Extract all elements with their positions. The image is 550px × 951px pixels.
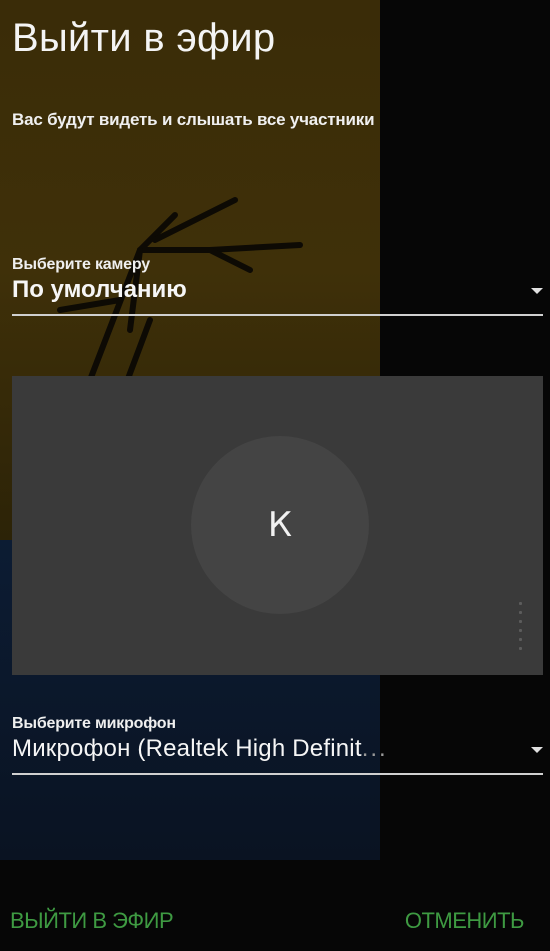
dialog-subtitle: Вас будут видеть и слышать все участники (12, 110, 375, 129)
triangle-down-icon (531, 747, 543, 753)
drag-handle-icon[interactable] (519, 602, 523, 658)
microphone-selected-value: Микрофон (Realtek High Definit... (12, 735, 502, 763)
camera-field: Выберите камеру По умолчанию (12, 256, 543, 316)
go-live-button[interactable]: ВЫЙТИ В ЭФИР (10, 908, 174, 934)
camera-select[interactable]: По умолчанию (12, 274, 543, 316)
avatar: К (191, 436, 369, 614)
camera-selected-value: По умолчанию (12, 276, 187, 303)
dialog-actions: ВЫЙТИ В ЭФИР ОТМЕНИТЬ (0, 900, 550, 951)
camera-label: Выберите камеру (12, 256, 150, 273)
triangle-down-icon (531, 288, 543, 294)
go-live-dialog: Выйти в эфир Вас будут видеть и слышать … (0, 0, 550, 951)
microphone-value-text: Микрофон (Realtek High Definit (12, 735, 362, 762)
camera-preview: К (12, 376, 543, 675)
dialog-title: Выйти в эфир (12, 16, 276, 60)
microphone-select[interactable]: Микрофон (Realtek High Definit... (12, 733, 543, 775)
avatar-initial: К (267, 505, 293, 545)
cancel-button[interactable]: ОТМЕНИТЬ (405, 908, 525, 934)
microphone-label: Выберите микрофон (12, 715, 176, 732)
microphone-field: Выберите микрофон Микрофон (Realtek High… (12, 715, 543, 775)
microphone-value-overflow: ... (361, 735, 388, 762)
